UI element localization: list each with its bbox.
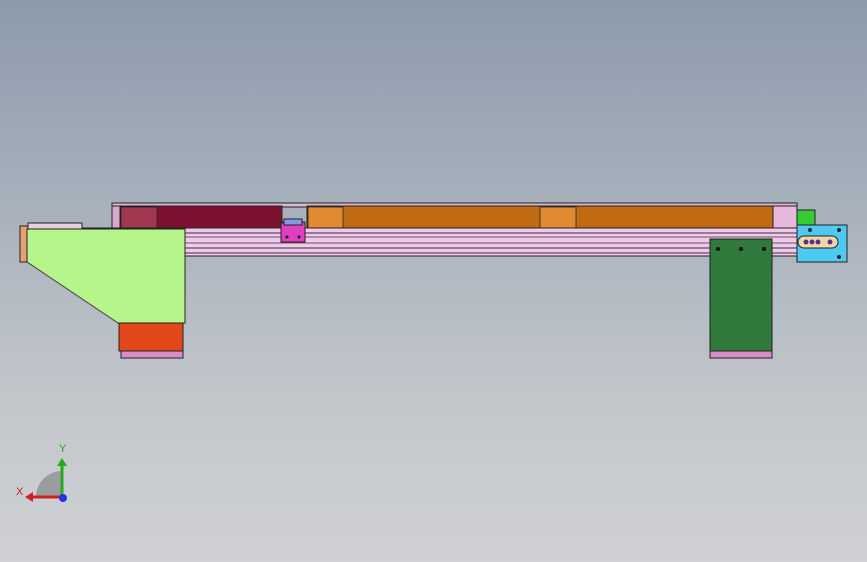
slot-pin-1 — [803, 239, 809, 245]
slot-pin-3 — [815, 239, 821, 245]
right-foot — [709, 350, 773, 359]
carriage-top — [283, 218, 303, 226]
left-top-cap — [27, 222, 83, 230]
carriage-bolt-2 — [297, 235, 301, 239]
coordinate-triad — [25, 458, 67, 502]
slot-pin-2 — [809, 239, 815, 245]
left-hopper[interactable] — [26, 228, 186, 324]
left-end-plate — [111, 205, 121, 231]
right-end-plate — [772, 205, 798, 231]
bracket-bolt-1 — [808, 228, 812, 232]
slot-pin-4 — [827, 239, 833, 245]
triad-plane — [36, 471, 62, 497]
x-axis-head — [25, 492, 33, 502]
right-support[interactable] — [709, 238, 773, 353]
carriage-bolt-1 — [285, 235, 289, 239]
bracket-bolt-2 — [837, 228, 841, 232]
belt-segment-1 — [307, 206, 344, 230]
bolt-2 — [739, 247, 743, 251]
belt-segment-2 — [539, 206, 577, 230]
assembly-model[interactable] — [0, 0, 867, 562]
dark-red-block-end — [120, 206, 158, 230]
x-axis-label: X — [16, 486, 24, 498]
cad-viewport[interactable]: Y X — [0, 0, 867, 562]
y-axis-head — [57, 458, 67, 466]
bolt-1 — [716, 247, 720, 251]
bracket-bolt-3 — [837, 255, 841, 259]
z-axis-dot — [59, 494, 67, 502]
left-foot — [120, 350, 184, 359]
left-base[interactable] — [118, 322, 184, 352]
bolt-3 — [762, 247, 766, 251]
y-axis-label: Y — [59, 443, 67, 455]
motor-box[interactable] — [796, 209, 816, 226]
